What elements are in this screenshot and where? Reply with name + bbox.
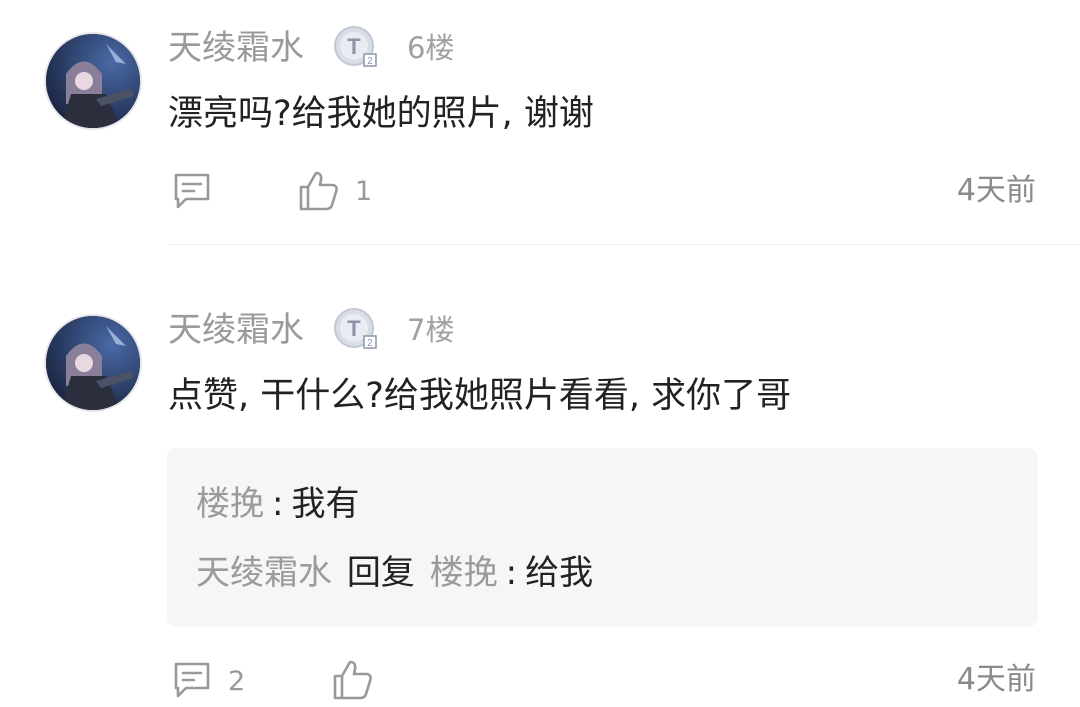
author-name[interactable]: 天绫霜水 [168, 28, 304, 68]
svg-text:2: 2 [367, 56, 373, 67]
reply-target-user[interactable]: 楼挽 [430, 553, 498, 593]
comment-bubble-icon[interactable] [170, 169, 214, 213]
reply-item: 楼挽: 我有 [196, 482, 359, 526]
thumbs-up-icon[interactable] [331, 658, 375, 702]
level-badge-icon: T 2 [333, 24, 379, 70]
divider [168, 244, 1080, 245]
reply-count: 2 [228, 666, 246, 697]
reply-user[interactable]: 天绫霜水 [196, 553, 332, 593]
thumbs-up-icon[interactable] [297, 169, 341, 213]
level-badge-icon: T 2 [333, 306, 379, 352]
comment-text: 漂亮吗?给我她的照片, 谢谢 [168, 94, 594, 134]
svg-text:T: T [347, 34, 361, 59]
comment-time: 4天前 [956, 662, 1036, 697]
reply-separator: : [505, 553, 518, 593]
author-name[interactable]: 天绫霜水 [168, 310, 304, 350]
reply-text: 给我 [525, 553, 594, 593]
floor-number: 7楼 [407, 313, 455, 347]
comment-bubble-icon[interactable] [170, 658, 214, 702]
reply-user[interactable]: 楼挽 [196, 484, 264, 524]
reply-text: 我有 [291, 484, 360, 524]
comment-time: 4天前 [956, 173, 1036, 208]
floor-number: 6楼 [407, 31, 455, 65]
reply-item: 天绫霜水 回复 楼挽: 给我 [196, 551, 593, 595]
reply-separator: : [272, 484, 284, 524]
comment-item: 天绫霜水 T 2 6楼 漂亮吗?给我她的照片, 谢谢 1 4天前 [0, 0, 1080, 245]
reply-word: 回复 [346, 553, 415, 593]
avatar[interactable] [44, 314, 142, 412]
comment-text: 点赞, 干什么?给我她照片看看, 求你了哥 [168, 376, 792, 416]
svg-text:2: 2 [367, 338, 373, 349]
reply-preview[interactable]: 楼挽: 我有 天绫霜水 回复 楼挽: 给我 [167, 448, 1038, 627]
like-count: 1 [355, 176, 373, 207]
avatar[interactable] [44, 32, 142, 130]
svg-text:T: T [347, 316, 361, 341]
